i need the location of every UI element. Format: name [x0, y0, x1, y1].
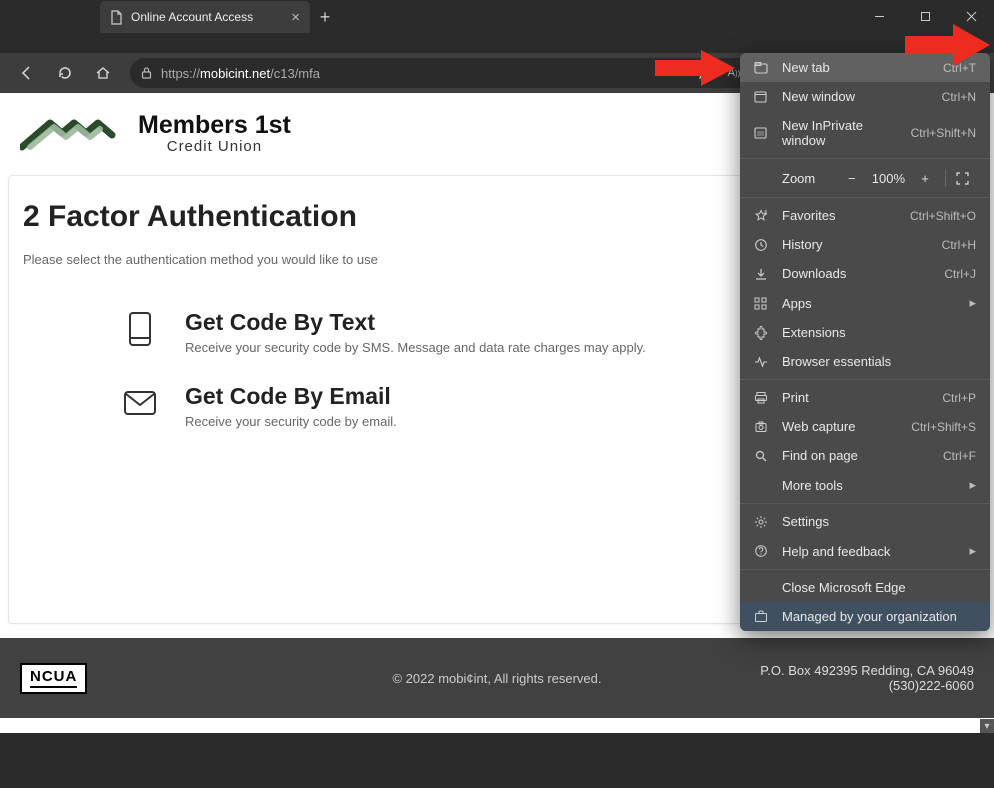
inprivate-icon: [754, 127, 770, 139]
new-tab-button[interactable]: +: [310, 7, 340, 28]
history-icon: [754, 238, 770, 252]
menu-apps[interactable]: Apps ▸: [740, 288, 990, 318]
fullscreen-icon[interactable]: [956, 172, 976, 185]
page-footer: NCUA © 2022 mobi¢int, All rights reserve…: [0, 638, 994, 718]
copyright-text: © 2022 mobi¢int, All rights reserved.: [392, 671, 601, 686]
home-button[interactable]: [86, 58, 120, 88]
zoom-out-button[interactable]: −: [842, 171, 862, 186]
capture-icon: [754, 420, 770, 434]
menu-settings[interactable]: Settings: [740, 507, 990, 536]
extensions-icon: [754, 326, 770, 340]
menu-favorites[interactable]: Favorites Ctrl+Shift+O: [740, 201, 990, 230]
menu-new-window[interactable]: New window Ctrl+N: [740, 82, 990, 111]
menu-print[interactable]: Print Ctrl+P: [740, 383, 990, 412]
logo-mark-icon: [20, 113, 130, 153]
method-desc: Receive your security code by SMS. Messa…: [185, 340, 646, 355]
url-text: https://mobicint.net/c13/mfa: [161, 66, 320, 81]
star-icon: [754, 209, 770, 223]
menu-inprivate[interactable]: New InPrivate window Ctrl+Shift+N: [740, 111, 990, 155]
menu-help[interactable]: Help and feedback ▸: [740, 536, 990, 566]
menu-extensions[interactable]: Extensions: [740, 318, 990, 347]
gear-icon: [754, 515, 770, 529]
scroll-down-icon[interactable]: ▾: [980, 719, 994, 733]
footer-address: P.O. Box 492395 Redding, CA 96049 (530)2…: [760, 663, 974, 693]
browser-more-menu: New tab Ctrl+T New window Ctrl+N New InP…: [740, 53, 990, 631]
briefcase-icon: [754, 610, 770, 623]
menu-managed[interactable]: Managed by your organization: [740, 602, 990, 631]
method-desc: Receive your security code by email.: [185, 414, 397, 429]
zoom-in-button[interactable]: +: [915, 171, 935, 186]
refresh-button[interactable]: [48, 58, 82, 88]
phone-icon: [123, 309, 157, 349]
menu-downloads[interactable]: Downloads Ctrl+J: [740, 259, 990, 288]
method-title: Get Code By Email: [185, 383, 397, 410]
tab-close-icon[interactable]: ×: [291, 9, 300, 26]
download-icon: [754, 267, 770, 281]
back-button[interactable]: [10, 58, 44, 88]
tab-title: Online Account Access: [131, 10, 253, 24]
menu-history[interactable]: History Ctrl+H: [740, 230, 990, 259]
zoom-value: 100%: [872, 171, 905, 186]
new-tab-icon: [754, 62, 770, 74]
chevron-right-icon: ▸: [969, 543, 976, 559]
print-icon: [754, 391, 770, 405]
browser-titlebar: Online Account Access × +: [0, 0, 994, 53]
menu-close-edge[interactable]: Close Microsoft Edge: [740, 573, 990, 602]
annotation-arrow-right: [905, 24, 990, 66]
envelope-icon: [123, 383, 157, 423]
apps-icon: [754, 297, 770, 310]
menu-find[interactable]: Find on page Ctrl+F: [740, 441, 990, 470]
help-icon: [754, 544, 770, 558]
minimize-button[interactable]: [856, 0, 902, 32]
browser-tab[interactable]: Online Account Access ×: [100, 1, 310, 33]
chevron-right-icon: ▸: [969, 477, 976, 493]
menu-essentials[interactable]: Browser essentials: [740, 347, 990, 376]
annotation-arrow-left: [655, 50, 735, 86]
ncua-badge: NCUA: [20, 663, 87, 694]
menu-zoom: Zoom − 100% +: [740, 162, 990, 194]
logo-line2: Credit Union: [138, 138, 291, 155]
search-icon: [754, 449, 770, 463]
method-title: Get Code By Text: [185, 309, 646, 336]
document-icon: [110, 10, 123, 25]
menu-more-tools[interactable]: More tools ▸: [740, 470, 990, 500]
window-icon: [754, 91, 770, 103]
lock-icon: [140, 66, 153, 80]
menu-web-capture[interactable]: Web capture Ctrl+Shift+S: [740, 412, 990, 441]
logo-line1: Members 1st: [138, 111, 291, 140]
pulse-icon: [754, 355, 770, 369]
chevron-right-icon: ▸: [969, 295, 976, 311]
